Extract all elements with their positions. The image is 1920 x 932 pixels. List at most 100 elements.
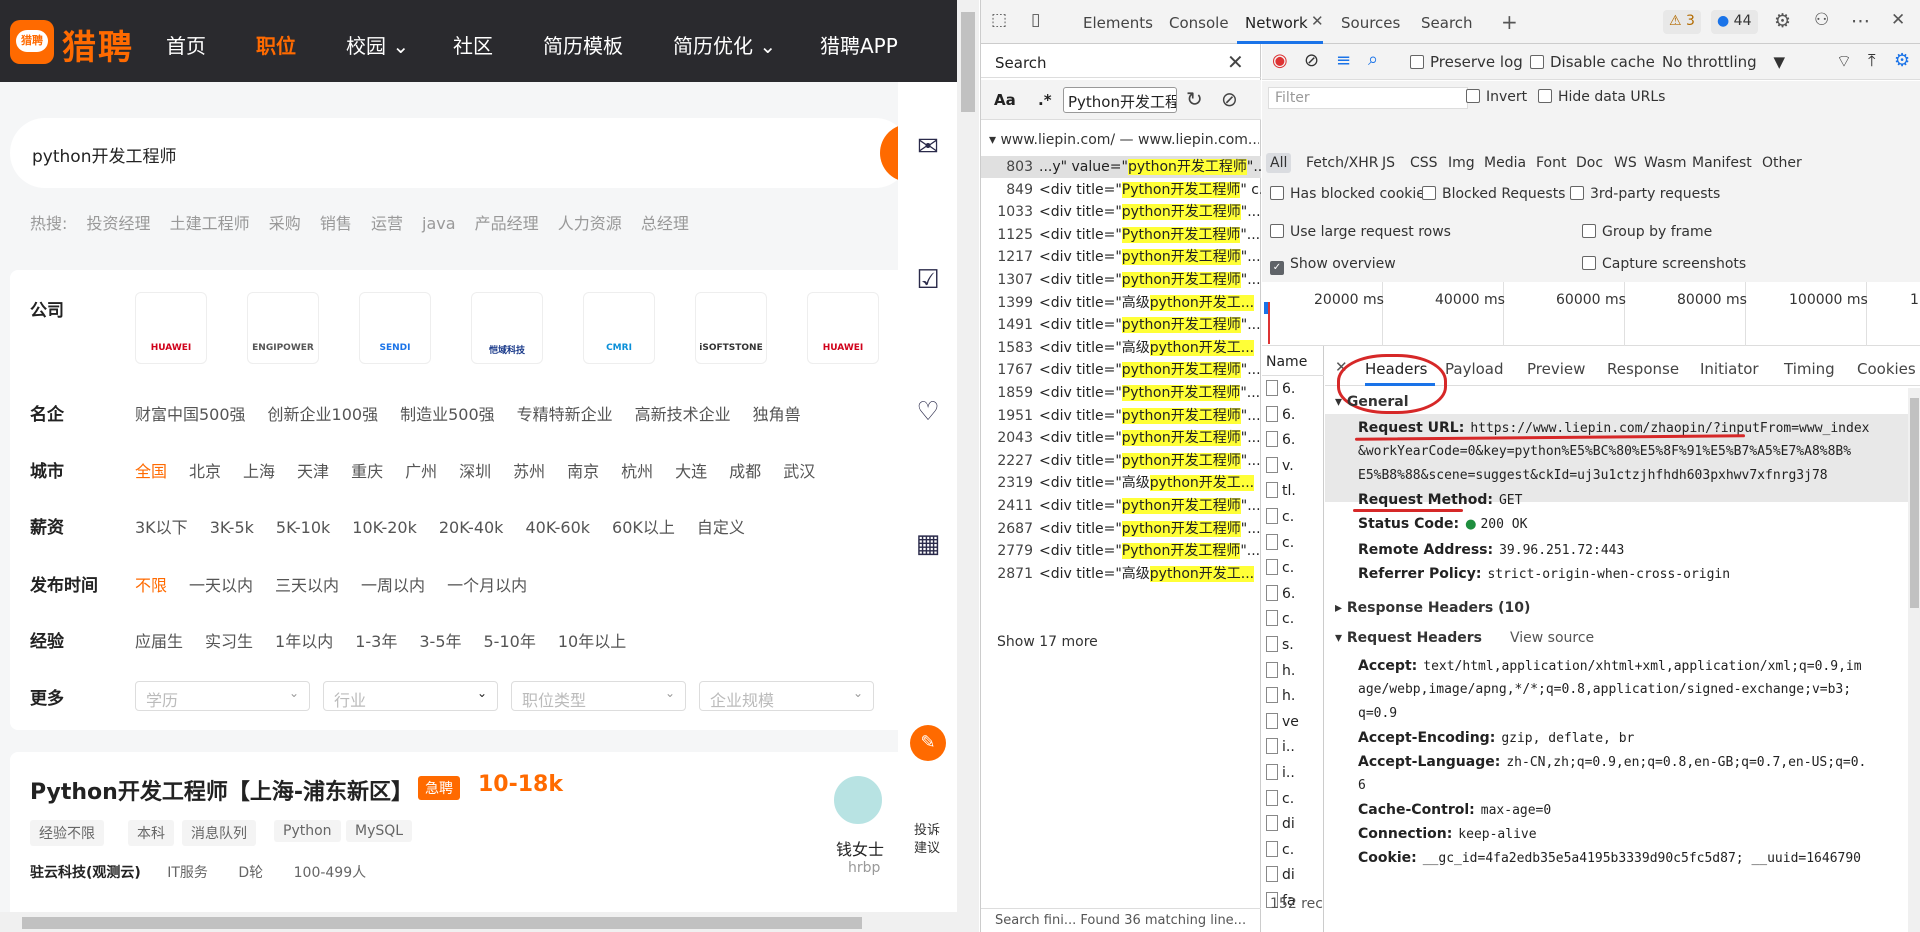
search-result-line[interactable]: 1217 <div title="python开发工程师"... [981, 246, 1261, 268]
request-row[interactable]: c. [1262, 530, 1324, 556]
company-logo[interactable]: SENDI [359, 292, 431, 364]
record-icon[interactable]: ◉ [1272, 50, 1288, 71]
request-row[interactable]: 6. [1262, 427, 1324, 453]
request-row[interactable]: i.. [1262, 760, 1324, 786]
match-case-toggle[interactable]: Aa [994, 91, 1016, 109]
filter-option[interactable]: 3K以下 [135, 518, 188, 537]
filter-option[interactable]: 一天以内 [189, 576, 253, 595]
hot-term[interactable]: 采购 [269, 214, 301, 233]
filter-option[interactable]: 南京 [567, 462, 599, 481]
nav-community[interactable]: 社区 [453, 30, 493, 59]
close-icon[interactable]: ✕ [1891, 10, 1905, 30]
throttling-select[interactable]: No throttling ▼ [1662, 53, 1785, 71]
request-row[interactable]: di [1262, 811, 1324, 837]
request-row[interactable]: c. [1262, 555, 1324, 581]
scrollbar-thumb[interactable] [961, 12, 975, 112]
tab-initiator[interactable]: Initiator [1700, 360, 1759, 378]
type-media[interactable]: Media [1484, 155, 1526, 171]
request-row[interactable]: 6. [1262, 402, 1324, 428]
view-source-link[interactable]: View source [1510, 630, 1594, 646]
nav-campus[interactable]: 校园 ⌄ [346, 30, 409, 59]
nav-app[interactable]: 猎聘APP [820, 30, 898, 59]
clear-icon[interactable]: ⊘ [1221, 87, 1238, 111]
hot-term[interactable]: 产品经理 [475, 214, 539, 233]
type-manifest[interactable]: Manifest [1692, 155, 1752, 171]
import-icon[interactable]: ⤒ [1868, 51, 1876, 71]
hot-term[interactable]: 土建工程师 [170, 214, 250, 233]
company-size-dropdown[interactable]: 企业规模 ⌄ [699, 681, 874, 711]
network-overview[interactable]: 20000 ms 40000 ms 60000 ms 80000 ms 1000… [1262, 282, 1920, 346]
close-tab-icon[interactable]: ✕ [1311, 12, 1324, 30]
tab-timing[interactable]: Timing [1784, 360, 1835, 378]
type-js[interactable]: JS [1382, 155, 1395, 171]
response-headers-section[interactable]: ▸ Response Headers (10) [1335, 600, 1530, 616]
filter-option[interactable]: 成都 [729, 462, 761, 481]
filter-option[interactable]: 杭州 [621, 462, 653, 481]
show-more-link[interactable]: Show 17 more [997, 634, 1098, 650]
gear-icon[interactable]: ⚙ [1774, 10, 1791, 32]
industry-dropdown[interactable]: 行业 ⌄ [323, 681, 498, 711]
regex-toggle[interactable]: .* [1038, 91, 1052, 109]
request-headers-section[interactable]: ▾ Request Headers [1335, 630, 1482, 646]
search-result-line[interactable]: 1951 <div title="python开发工程师"... [981, 405, 1261, 427]
filter-option[interactable]: 创新企业100强 [268, 405, 379, 424]
filter-option[interactable]: 5-10年 [484, 632, 536, 651]
filter-option[interactable]: 1-3年 [355, 632, 397, 651]
type-fetch-xhr[interactable]: Fetch/XHR [1306, 155, 1379, 171]
filter-option[interactable]: 10K-20k [352, 518, 417, 537]
request-row[interactable]: h. [1262, 683, 1324, 709]
close-icon[interactable]: ✕ [1227, 50, 1244, 74]
name-column-header[interactable]: Name [1262, 346, 1324, 376]
filter-option[interactable]: 北京 [189, 462, 221, 481]
filter-option[interactable]: 20K-40k [439, 518, 504, 537]
nav-resume-optimize[interactable]: 简历优化 ⌄ [673, 30, 776, 59]
warnings-badge[interactable]: ⚠ 3 [1663, 10, 1701, 34]
filter-option[interactable]: 自定义 [697, 518, 745, 537]
search-result-line[interactable]: 1491 <div title="python开发工程师"... [981, 314, 1261, 336]
filter-option[interactable]: 广州 [405, 462, 437, 481]
hot-term[interactable]: 总经理 [641, 214, 689, 233]
general-section[interactable]: ▾ General [1335, 394, 1409, 410]
filter-option[interactable]: 大连 [675, 462, 707, 481]
request-row[interactable]: tl. [1262, 478, 1324, 504]
search-result-line[interactable]: 2871 <div title="高级python开发工... [981, 563, 1261, 585]
search-result-line[interactable]: 2043 <div title="python开发工程师"... [981, 427, 1261, 449]
request-row[interactable]: i.. [1262, 734, 1324, 760]
job-search-input[interactable]: python开发工程师 [10, 118, 910, 188]
filter-option[interactable]: 1年以内 [275, 632, 333, 651]
tab-sources[interactable]: Sources [1341, 14, 1400, 32]
show-overview-checkbox[interactable]: ✓ Show overview [1270, 256, 1396, 275]
feedback-icon[interactable]: ✎ [910, 725, 946, 761]
filter-option[interactable]: 3-5年 [419, 632, 461, 651]
type-ws[interactable]: WS [1614, 155, 1637, 171]
type-wasm[interactable]: Wasm [1644, 155, 1686, 171]
request-row[interactable]: h. [1262, 658, 1324, 684]
filter-option[interactable]: 武汉 [783, 462, 815, 481]
filter-option[interactable]: 40K-60k [525, 518, 590, 537]
scrollbar-thumb[interactable] [1910, 398, 1919, 608]
request-row[interactable]: c. [1262, 504, 1324, 530]
hide-data-urls-checkbox[interactable]: Hide data URLs [1538, 89, 1665, 105]
more-icon[interactable]: ⋯ [1851, 10, 1870, 32]
search-result-line[interactable]: 2319 <div title="高级python开发工... [981, 472, 1261, 494]
job-title[interactable]: Python开发工程师【上海-浦东新区】 [30, 774, 413, 806]
request-row[interactable]: v. [1262, 453, 1324, 479]
customize-icon[interactable]: ⚇ [1814, 10, 1829, 30]
large-rows-checkbox[interactable]: Use large request rows [1270, 224, 1451, 240]
nav-home[interactable]: 首页 [166, 30, 206, 59]
filter-option[interactable]: 全国 [135, 462, 167, 481]
clipboard-check-icon[interactable]: ☑ [913, 265, 943, 295]
filter-option[interactable]: 深圳 [459, 462, 491, 481]
search-result-line[interactable]: 1307 <div title="python开发工程师"... [981, 269, 1261, 291]
scrollbar-thumb[interactable] [22, 917, 862, 929]
group-by-frame-checkbox[interactable]: Group by frame [1582, 224, 1712, 240]
page-vertical-scrollbar[interactable] [957, 0, 979, 932]
company-logo[interactable]: iSOFTSTONE [695, 292, 767, 364]
search-result-line[interactable]: 2779 <div title="Python开发工程师"... [981, 540, 1261, 562]
search-result-line[interactable]: 1583 <div title="高级python开发工... [981, 337, 1261, 359]
education-dropdown[interactable]: 学历 ⌄ [135, 681, 310, 711]
nav-resume-templates[interactable]: 简历模板 [543, 30, 623, 59]
company-logo[interactable]: ENGIPOWER [247, 292, 319, 364]
filter-icon[interactable]: ≡ [1336, 50, 1351, 71]
clear-log-icon[interactable]: ⊘ [1304, 50, 1319, 71]
